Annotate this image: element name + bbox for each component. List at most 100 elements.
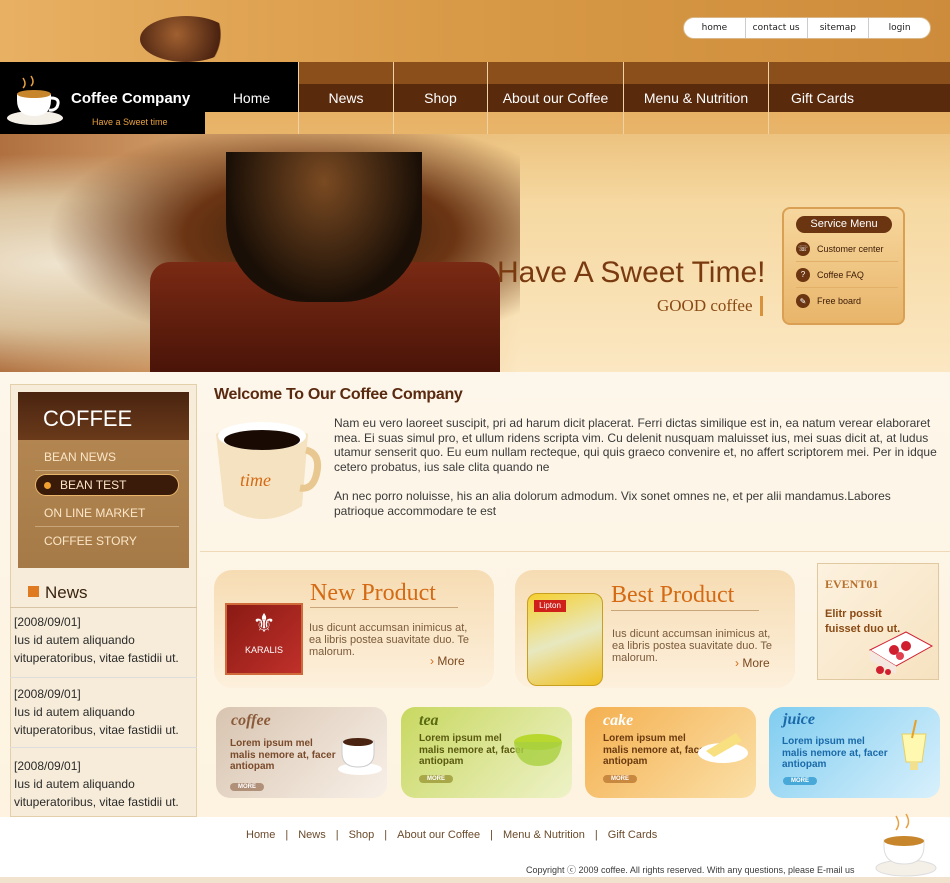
- news-date: [2008/09/01]: [14, 615, 81, 629]
- category-more-tea[interactable]: MORE: [419, 775, 453, 783]
- karalis-label: KARALIS: [244, 645, 284, 655]
- coffee-menu-bean-test[interactable]: BEAN TEST: [35, 474, 179, 496]
- category-more-juice[interactable]: MORE: [783, 777, 817, 785]
- headset-icon: ☏: [796, 241, 810, 256]
- active-bullet-icon: [44, 482, 51, 489]
- nav-shop[interactable]: Shop: [394, 62, 488, 134]
- karalis-product-image: ⚜ KARALIS: [225, 603, 303, 675]
- footer-link-shop[interactable]: Shop: [349, 829, 375, 841]
- new-product-more-link[interactable]: More: [430, 654, 464, 668]
- lipton-product-image: Lipton: [527, 593, 603, 686]
- news-item[interactable]: [2008/09/01] Ius id autem aliquando vitup…: [14, 757, 194, 811]
- nav-gift-cards[interactable]: Gift Cards: [769, 62, 950, 134]
- nav-menu-nutrition-label: Menu & Nutrition: [624, 62, 768, 112]
- news-text: Ius id autem aliquando vituperatoribus, …: [14, 705, 179, 737]
- coffee-menu-coffee-story[interactable]: COFFEE STORY: [35, 527, 179, 555]
- juice-glass-icon: [901, 719, 927, 770]
- news-title: News: [45, 583, 88, 602]
- welcome-paragraph-2: An nec porro noluisse, his an alia dolor…: [334, 489, 891, 518]
- nav-news-label: News: [299, 62, 393, 112]
- hero-accent-bar: [760, 296, 763, 316]
- service-item-label: Free board: [817, 296, 862, 306]
- hero-title: Have A Sweet Time!: [497, 256, 766, 289]
- category-title-cake: cake: [603, 712, 634, 729]
- service-item-label: Coffee FAQ: [817, 269, 864, 280]
- main-nav: Home News Shop About our Coffee Menu & N…: [205, 62, 950, 134]
- category-more-coffee[interactable]: MORE: [230, 783, 264, 791]
- svg-text:time: time: [240, 470, 271, 490]
- coffee-cup-icon: [7, 75, 63, 125]
- footer-link-news[interactable]: News: [298, 829, 326, 841]
- event-title: EVENT01: [825, 577, 879, 591]
- nav-menu-nutrition[interactable]: Menu & Nutrition: [624, 62, 769, 134]
- welcome-paragraph-1: Nam eu vero laoreet suscipit, pri ad har…: [334, 416, 937, 474]
- service-item-free-board[interactable]: ✎ Free board: [796, 288, 898, 314]
- util-link-contact[interactable]: contact us: [746, 18, 808, 38]
- nav-gift-cards-label: Gift Cards: [769, 62, 950, 112]
- news-item[interactable]: [2008/09/01] Ius id autem aliquando vitup…: [14, 613, 194, 667]
- service-menu-title: Service Menu: [796, 216, 892, 233]
- cake-icon: [698, 733, 748, 763]
- category-title-tea: tea: [419, 712, 439, 729]
- section-divider: [200, 551, 950, 552]
- nav-about-label: About our Coffee: [488, 62, 623, 112]
- best-product-title: Best Product: [611, 582, 735, 608]
- util-link-home[interactable]: home: [684, 18, 746, 38]
- news-text: Ius id autem aliquando vituperatoribus, …: [14, 633, 179, 665]
- coffee-menu-bean-news[interactable]: BEAN NEWS: [35, 443, 179, 471]
- footer-separator: |: [285, 829, 289, 841]
- grinder-body-image: [226, 152, 422, 302]
- category-text-coffee: Lorem ipsum mel malis nemore at, facer a…: [230, 738, 336, 772]
- service-item-label: Customer center: [817, 243, 884, 254]
- gift-box-icon: [868, 631, 934, 675]
- coffee-menu-online-market[interactable]: ON LINE MARKET: [35, 499, 179, 527]
- news-arrow-icon: [28, 586, 39, 597]
- new-product-text: Ius dicunt accumsan inimicus at, ea libr…: [309, 622, 470, 658]
- category-more-cake[interactable]: MORE: [603, 775, 637, 783]
- footer-nav: Home | News | Shop | About our Coffee | Menu…: [246, 829, 657, 841]
- nav-about[interactable]: About our Coffee: [488, 62, 624, 134]
- copyright-text: Copyright ⓒ 2009 coffee. All rights rese…: [526, 865, 855, 875]
- footer-link-about[interactable]: About our Coffee: [397, 829, 480, 841]
- logo-name: Coffee Company: [71, 90, 191, 107]
- util-link-login[interactable]: login: [869, 18, 930, 38]
- new-product-title: New Product: [310, 580, 436, 606]
- utility-nav: home contact us sitemap login: [683, 17, 931, 39]
- util-link-sitemap[interactable]: sitemap: [808, 18, 870, 38]
- coffee-k-icon: ⚜: [252, 609, 276, 638]
- coffee-cup-icon: [338, 738, 382, 775]
- title-underline: [310, 607, 458, 608]
- footer-separator: |: [490, 829, 493, 841]
- news-date: [2008/09/01]: [14, 759, 81, 773]
- coffee-menu-title: COFFEE: [18, 392, 189, 440]
- nav-news[interactable]: News: [299, 62, 394, 134]
- category-text-juice: Lorem ipsum mel malis nemore at, facer a…: [782, 736, 888, 770]
- news-item[interactable]: [2008/09/01] Ius id autem aliquando vitup…: [14, 685, 194, 739]
- hero-subtitle: GOOD coffee: [657, 296, 753, 315]
- footer-link-home[interactable]: Home: [246, 829, 275, 841]
- title-underline: [611, 610, 759, 611]
- coffee-mug-image: time: [216, 422, 322, 519]
- news-divider: [10, 747, 197, 748]
- footer-link-gift-cards[interactable]: Gift Cards: [608, 829, 658, 841]
- welcome-title: Welcome To Our Coffee Company: [214, 386, 463, 403]
- grinder-knob-image: [140, 16, 232, 62]
- best-product-more-link[interactable]: More: [735, 656, 769, 670]
- category-title-juice: juice: [783, 711, 815, 728]
- footer-separator: |: [335, 829, 339, 841]
- service-item-customer-center[interactable]: ☏ Customer center: [796, 236, 898, 262]
- news-divider: [10, 677, 197, 678]
- tea-cup-icon: [514, 734, 562, 766]
- footer-link-menu-nutrition[interactable]: Menu & Nutrition: [503, 829, 585, 841]
- nav-shop-label: Shop: [394, 62, 487, 112]
- board-icon: ✎: [796, 294, 810, 308]
- footer-stripe: [0, 877, 950, 883]
- news-text: Ius id autem aliquando vituperatoribus, …: [14, 777, 179, 809]
- coffee-cup-icon: [875, 813, 937, 877]
- service-item-coffee-faq[interactable]: ? Coffee FAQ: [796, 262, 898, 288]
- faq-icon: ?: [796, 267, 810, 282]
- footer-separator: |: [384, 829, 388, 841]
- footer-separator: |: [594, 829, 598, 841]
- nav-home[interactable]: Home: [205, 62, 299, 134]
- nav-home-label: Home: [205, 62, 298, 112]
